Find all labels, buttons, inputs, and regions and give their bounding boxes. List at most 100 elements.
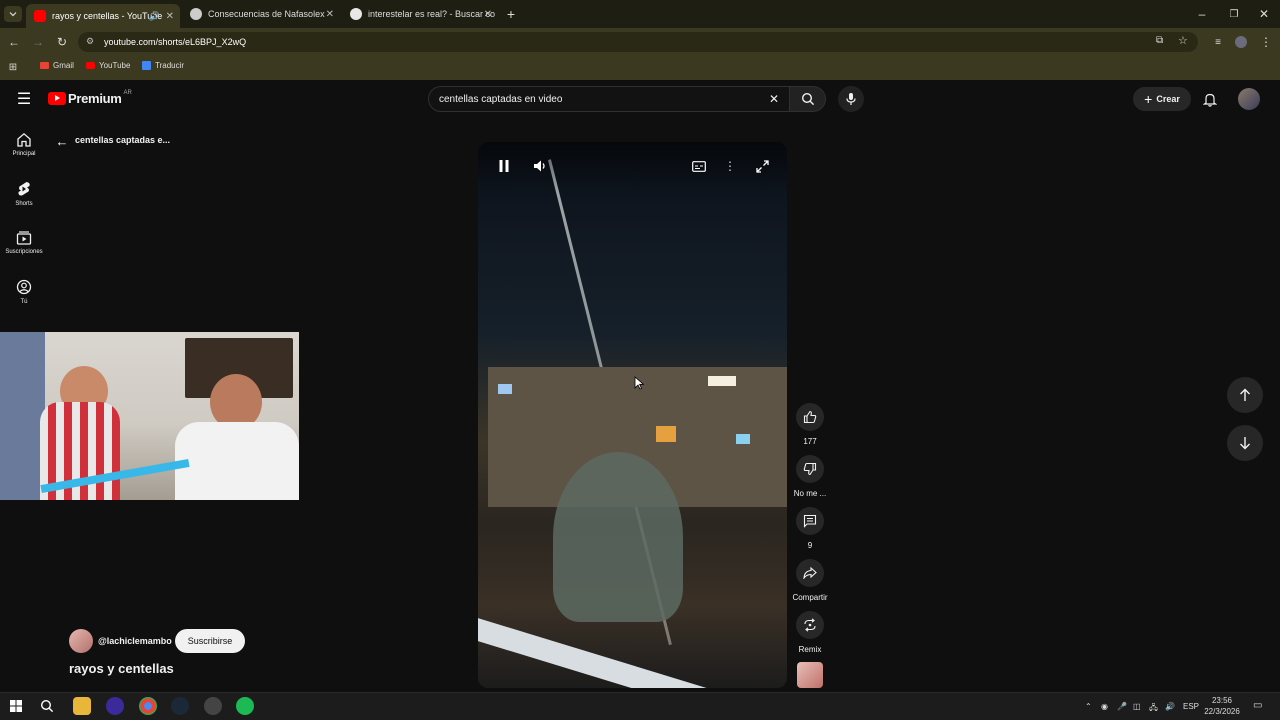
next-short-button[interactable] (1227, 425, 1263, 461)
bookmark-label: YouTube (99, 61, 131, 70)
bookmark-label: Gmail (53, 61, 74, 70)
obs-app-icon[interactable] (106, 697, 124, 715)
sidebar-item-suscripciones[interactable]: Suscripciones (0, 230, 48, 255)
file-explorer-icon[interactable] (73, 697, 91, 715)
start-button[interactable] (8, 698, 24, 714)
volume-button[interactable] (530, 156, 550, 176)
bookmark-traducir[interactable]: Traducir (142, 61, 184, 70)
search-icon (40, 699, 54, 713)
tab-youtube[interactable]: rayos y centellas - YouTube 🔊 ✕ (26, 4, 180, 28)
taskbar-search-button[interactable] (38, 697, 56, 715)
tab-consecuencias[interactable]: Consecuencias de Nafasolex ✕ (182, 4, 340, 24)
sidebar-item-label: Principal (12, 151, 36, 157)
sidebar-item-principal[interactable]: Principal (0, 132, 48, 157)
channel-avatar[interactable] (69, 629, 93, 653)
youtube-premium-logo[interactable]: Premium AR (48, 90, 132, 106)
minimize-button[interactable]: – (1194, 6, 1210, 22)
previous-short-button[interactable] (1227, 377, 1263, 413)
back-button[interactable]: ← (6, 34, 22, 50)
notification-center-icon[interactable]: ▭ (1253, 700, 1262, 711)
microphone-tray-icon[interactable]: 🎤 (1117, 702, 1127, 711)
sidebar-item-tu[interactable]: Tú (0, 279, 48, 305)
bell-icon (1203, 93, 1217, 107)
back-to-search-button[interactable]: ← (54, 133, 70, 149)
reload-button[interactable]: ↻ (54, 34, 70, 50)
comments-count: 9 (807, 541, 813, 550)
audio-playing-icon[interactable]: 🔊 (149, 11, 160, 22)
shorts-video-player[interactable]: ⋮ (478, 142, 787, 688)
fullscreen-icon (755, 159, 769, 173)
like-count: 177 (803, 437, 817, 446)
captions-button[interactable] (689, 156, 709, 176)
restore-button[interactable]: ❐ (1226, 6, 1242, 22)
close-tab-icon[interactable]: ✕ (484, 9, 492, 20)
bookmark-star-icon[interactable]: ☆ (1178, 34, 1188, 47)
clear-search-icon[interactable]: ✕ (769, 92, 779, 106)
plus-icon: + (1144, 91, 1153, 107)
close-window-button[interactable]: ✕ (1256, 6, 1272, 22)
tab-interestelar[interactable]: interestelar es real? - Buscar co ✕ (342, 4, 498, 24)
chrome-app-icon[interactable] (139, 697, 157, 715)
media-icon: ≡ (1215, 36, 1221, 48)
apps-button[interactable]: ⊞ (6, 60, 20, 74)
network-icon[interactable]: 🖧 (1149, 702, 1158, 716)
language-indicator[interactable]: ESP (1183, 702, 1199, 711)
spotify-app-icon[interactable] (236, 697, 254, 715)
chrome-menu-button[interactable]: ⋮ (1258, 34, 1274, 50)
search-input[interactable]: centellas captadas en video ✕ (428, 86, 790, 112)
tray-app-icon[interactable]: ◫ (1133, 702, 1141, 711)
new-tab-button[interactable]: + (503, 6, 519, 22)
like-button[interactable] (796, 403, 824, 431)
share-button[interactable] (796, 559, 824, 587)
window-light (708, 376, 736, 386)
media-control-button[interactable]: ≡ (1210, 34, 1226, 50)
remix-button[interactable] (796, 611, 824, 639)
app-icon[interactable] (204, 697, 222, 715)
clock-date: 22/3/2026 (1204, 707, 1240, 716)
thumbs-down-icon (803, 462, 817, 476)
site-info-icon[interactable]: ⚙ (86, 36, 94, 47)
notifications-button[interactable] (1200, 89, 1220, 109)
sound-source-thumbnail[interactable] (797, 662, 823, 688)
close-tab-icon[interactable]: ✕ (166, 11, 174, 22)
dislike-button[interactable] (796, 455, 824, 483)
tab-list-button[interactable] (4, 6, 22, 22)
create-label: Crear (1156, 94, 1180, 104)
minimize-icon: – (1198, 7, 1206, 21)
pause-button[interactable] (494, 156, 514, 176)
webcam-overlay (0, 332, 299, 500)
steam-app-icon[interactable] (171, 697, 189, 715)
hamburger-icon: ☰ (16, 91, 32, 108)
account-avatar[interactable] (1238, 88, 1260, 110)
restore-icon: ❐ (1229, 8, 1239, 20)
clock[interactable]: 23:56 22/3/2026 (1200, 695, 1244, 717)
comments-button[interactable] (796, 507, 824, 535)
close-tab-icon[interactable]: ✕ (326, 9, 334, 20)
fullscreen-button[interactable] (752, 156, 772, 176)
subscribe-button[interactable]: Suscribirse (175, 629, 245, 653)
dislike-label: No me ... (793, 489, 827, 498)
plus-icon: + (506, 6, 516, 22)
forward-button[interactable]: → (30, 34, 46, 50)
search-icon (801, 92, 814, 106)
arrow-right-icon: → (32, 35, 44, 49)
show-hidden-icons-icon[interactable]: ⌃ (1085, 702, 1092, 711)
more-options-button[interactable]: ⋮ (720, 156, 740, 176)
translate-icon (142, 61, 151, 70)
search-button[interactable] (790, 86, 826, 112)
profile-button[interactable] (1233, 34, 1249, 50)
tray-app-icon[interactable]: ◉ (1101, 702, 1108, 711)
create-button[interactable]: + Crear (1133, 87, 1191, 111)
install-app-icon[interactable]: ⧉ (1156, 35, 1163, 46)
volume-tray-icon[interactable]: 🔊 (1165, 702, 1175, 711)
channel-name[interactable]: @lachiclemambo (98, 636, 172, 646)
microphone-icon (846, 93, 856, 105)
voice-search-button[interactable] (838, 86, 864, 112)
address-bar[interactable]: ⚙ youtube.com/shorts/eL6BPJ_X2wQ ⧉ ☆ (78, 32, 1198, 52)
sidebar-item-shorts[interactable]: Shorts (0, 181, 48, 207)
bookmark-gmail[interactable]: Gmail (40, 61, 74, 70)
apps-grid-icon: ⊞ (8, 61, 18, 73)
tab-title: Consecuencias de Nafasolex (208, 9, 325, 19)
guide-menu-button[interactable]: ☰ (14, 90, 34, 108)
bookmark-youtube[interactable]: YouTube (86, 61, 130, 70)
